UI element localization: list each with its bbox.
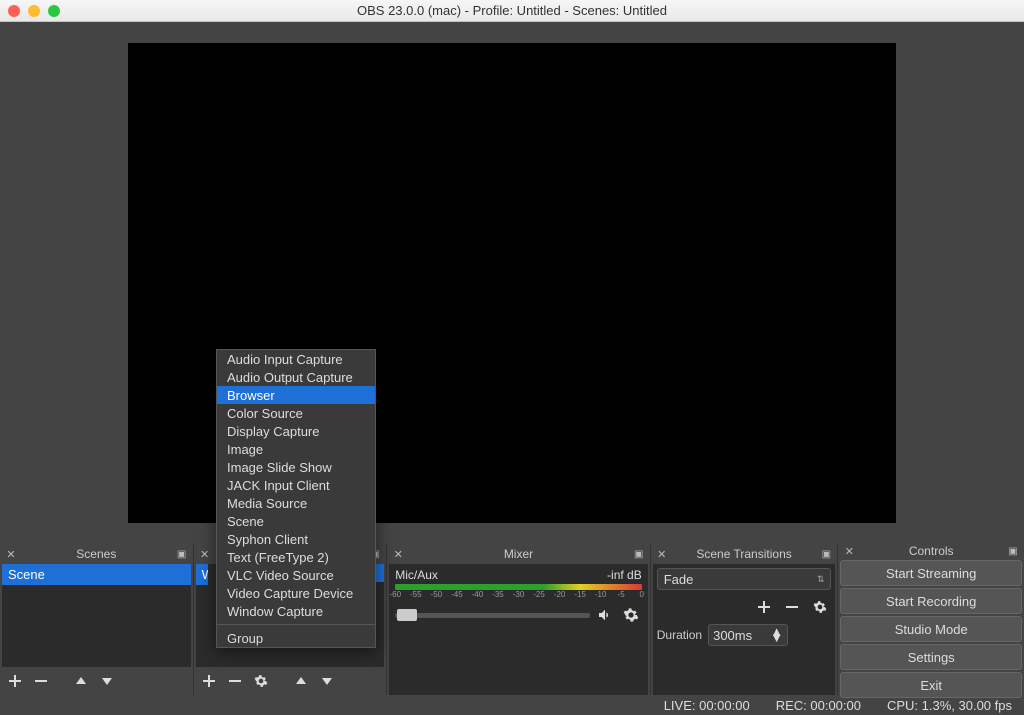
context-menu-separator — [217, 624, 375, 625]
transition-properties-button[interactable] — [809, 596, 831, 618]
status-cpu: CPU: 1.3%, 30.00 fps — [887, 698, 1012, 713]
move-source-up-button[interactable] — [290, 670, 312, 692]
mixer-volume-slider[interactable] — [395, 613, 589, 618]
meter-tick: -50 — [431, 590, 443, 599]
popout-icon[interactable]: ▣ — [632, 547, 646, 561]
meter-tick: -55 — [410, 590, 422, 599]
window-titlebar: OBS 23.0.0 (mac) - Profile: Untitled - S… — [0, 0, 1024, 22]
stepper-arrows-icon[interactable]: ▲▼ — [770, 629, 783, 641]
meter-tick: -20 — [554, 590, 566, 599]
source-item-edge — [376, 564, 384, 582]
transition-current: Fade — [664, 572, 694, 587]
exit-button[interactable]: Exit — [840, 672, 1022, 698]
start-streaming-button[interactable]: Start Streaming — [840, 560, 1022, 586]
context-menu-item[interactable]: Image Slide Show — [217, 458, 375, 476]
context-menu-item[interactable]: Audio Output Capture — [217, 368, 375, 386]
meter-tick: -40 — [472, 590, 484, 599]
chevron-updown-icon: ⇅ — [817, 574, 825, 585]
context-menu-item[interactable]: Video Capture Device — [217, 584, 375, 602]
meter-tick: -15 — [574, 590, 586, 599]
meter-tick: -60 — [389, 590, 401, 599]
scene-item[interactable]: Scene — [2, 564, 191, 585]
meter-tick: -45 — [451, 590, 463, 599]
source-item[interactable]: W — [196, 564, 208, 585]
gear-icon[interactable] — [620, 604, 642, 626]
move-scene-down-button[interactable] — [96, 670, 118, 692]
controls-title: Controls — [860, 544, 1002, 558]
context-menu-item[interactable]: Window Capture — [217, 602, 375, 620]
remove-transition-button[interactable] — [781, 596, 803, 618]
mixer-ticks: -60-55-50-45-40-35-30-25-20-15-10-50 — [395, 590, 641, 600]
scenes-dock: ✕ Scenes ▣ Scene — [0, 544, 194, 695]
popout-icon[interactable]: ▣ — [819, 547, 833, 561]
context-menu-item[interactable]: Group — [217, 629, 375, 647]
transitions-dock: ✕ Scene Transitions ▣ Fade ⇅ Duration 3 — [651, 544, 839, 695]
status-live: LIVE: 00:00:00 — [664, 698, 750, 713]
sources-toolbar — [194, 667, 387, 695]
close-icon[interactable]: ✕ — [655, 547, 669, 561]
context-menu-item[interactable]: Syphon Client — [217, 530, 375, 548]
window-title: OBS 23.0.0 (mac) - Profile: Untitled - S… — [0, 3, 1024, 18]
transitions-title: Scene Transitions — [673, 547, 816, 561]
mixer-channel-name: Mic/Aux — [395, 568, 438, 582]
close-icon[interactable]: ✕ — [4, 547, 18, 561]
meter-tick: -35 — [492, 590, 504, 599]
status-rec: REC: 00:00:00 — [776, 698, 861, 713]
mixer-title: Mixer — [409, 547, 627, 561]
remove-scene-button[interactable] — [30, 670, 52, 692]
context-menu-item[interactable]: Text (FreeType 2) — [217, 548, 375, 566]
add-transition-button[interactable] — [753, 596, 775, 618]
start-recording-button[interactable]: Start Recording — [840, 588, 1022, 614]
duration-input[interactable]: 300ms ▲▼ — [708, 624, 788, 646]
add-scene-button[interactable] — [4, 670, 26, 692]
context-menu-item[interactable]: Image — [217, 440, 375, 458]
mixer-dock: ✕ Mixer ▣ Mic/Aux -inf dB -60-55-50-45-4… — [387, 544, 650, 695]
scenes-title: Scenes — [22, 547, 171, 561]
context-menu-item[interactable]: JACK Input Client — [217, 476, 375, 494]
meter-tick: -25 — [533, 590, 545, 599]
context-menu-item[interactable]: Media Source — [217, 494, 375, 512]
context-menu-item[interactable]: Color Source — [217, 404, 375, 422]
meter-tick: -10 — [595, 590, 607, 599]
context-menu-item[interactable]: Display Capture — [217, 422, 375, 440]
controls-dock: ✕ Controls ▣ Start StreamingStart Record… — [838, 544, 1024, 695]
meter-tick: -30 — [513, 590, 525, 599]
preview-area — [0, 22, 1024, 544]
remove-source-button[interactable] — [224, 670, 246, 692]
scenes-toolbar — [0, 667, 193, 695]
close-icon[interactable]: ✕ — [391, 547, 405, 561]
move-source-down-button[interactable] — [316, 670, 338, 692]
add-source-context-menu: Audio Input CaptureAudio Output CaptureB… — [216, 349, 376, 648]
close-icon[interactable]: ✕ — [842, 544, 856, 558]
speaker-icon[interactable] — [594, 604, 616, 626]
popout-icon[interactable]: ▣ — [1006, 544, 1020, 558]
scenes-list[interactable]: Scene — [2, 564, 191, 667]
context-menu-item[interactable]: VLC Video Source — [217, 566, 375, 584]
close-icon[interactable]: ✕ — [198, 547, 212, 561]
meter-tick: -5 — [618, 590, 625, 599]
add-source-button[interactable] — [198, 670, 220, 692]
source-properties-button[interactable] — [250, 670, 272, 692]
context-menu-item[interactable]: Audio Input Capture — [217, 350, 375, 368]
move-scene-up-button[interactable] — [70, 670, 92, 692]
mixer-channel-db: -inf dB — [607, 568, 642, 582]
settings-button[interactable]: Settings — [840, 644, 1022, 670]
popout-icon[interactable]: ▣ — [175, 547, 189, 561]
context-menu-item[interactable]: Scene — [217, 512, 375, 530]
meter-tick: 0 — [640, 590, 644, 599]
studio-mode-button[interactable]: Studio Mode — [840, 616, 1022, 642]
context-menu-item[interactable]: Browser — [217, 386, 375, 404]
duration-value: 300ms — [713, 628, 752, 643]
transition-select[interactable]: Fade ⇅ — [657, 568, 832, 590]
duration-label: Duration — [657, 628, 702, 642]
mixer-channel: Mic/Aux -inf dB -60-55-50-45-40-35-30-25… — [389, 564, 647, 630]
